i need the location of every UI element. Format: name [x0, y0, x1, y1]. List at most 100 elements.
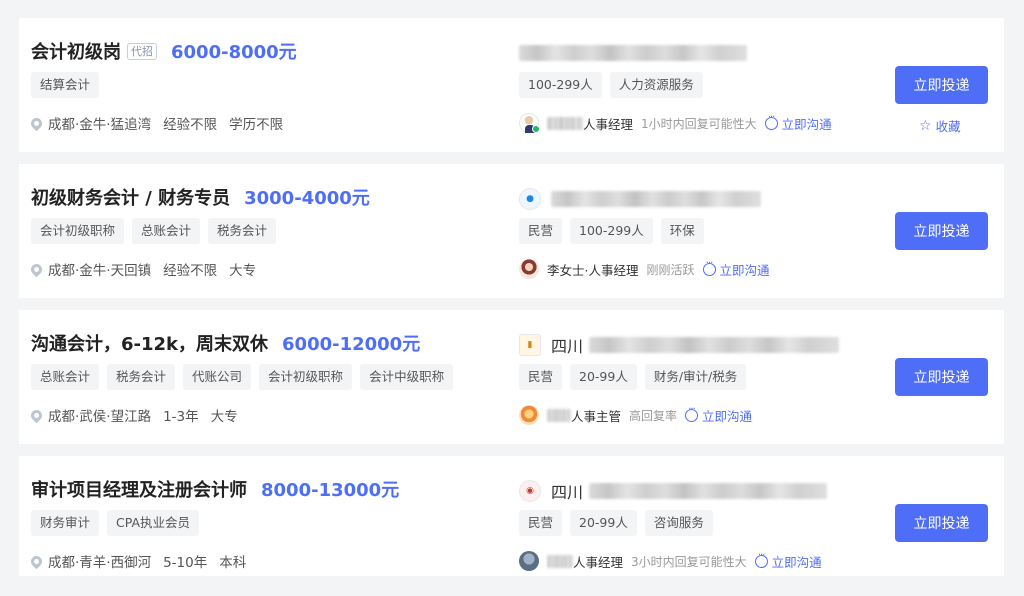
- job-title[interactable]: 会计初级岗: [31, 38, 121, 64]
- online-indicator: [532, 125, 540, 133]
- job-meta: 成都·金牛·猛追湾 经验不限 学历不限: [28, 113, 295, 133]
- company-tags: 民营 20-99人 财务/审计/税务: [519, 364, 747, 390]
- experience: 经验不限: [163, 117, 218, 133]
- chat-bubble-icon: [754, 550, 768, 568]
- education: 本科: [219, 555, 247, 571]
- job-tags: 结算会计: [31, 72, 100, 98]
- apply-button[interactable]: 立即投递: [895, 358, 988, 396]
- avatar: [519, 551, 539, 571]
- job-card[interactable]: 审计项目经理及注册会计师 8000-13000元 财务审计 CPA执业会员 成都…: [19, 456, 1004, 576]
- recruiter-status: 3小时内回复可能性大: [631, 554, 747, 569]
- job-card[interactable]: 初级财务会计 / 财务专员 3000-4000元 会计初级职称 总账会计 税务会…: [19, 164, 1004, 298]
- location-pin-icon: [28, 261, 45, 277]
- job-tag: 财务审计: [31, 510, 100, 536]
- company-info[interactable]: ●: [519, 186, 761, 212]
- job-tag: 结算会计: [31, 72, 100, 98]
- apply-button[interactable]: 立即投递: [895, 504, 988, 542]
- company-name-blurred: [589, 337, 840, 353]
- company-tag: 20-99人: [570, 364, 637, 390]
- company-tag: 环保: [660, 218, 704, 244]
- job-tag: 会计中级职称: [360, 364, 454, 390]
- job-card[interactable]: 会计初级岗 代招 6000-8000元 结算会计 成都·金牛·猛追湾 经验不限 …: [19, 18, 1004, 152]
- job-tag: 总账会计: [31, 364, 100, 390]
- job-tag: 税务会计: [208, 218, 277, 244]
- job-tag: 会计初级职称: [31, 218, 125, 244]
- company-tag: 咨询服务: [644, 510, 713, 536]
- chat-label: 立即沟通: [702, 408, 753, 424]
- company-tag: 财务/审计/税务: [644, 364, 747, 390]
- chat-link[interactable]: 立即沟通: [702, 258, 770, 279]
- education: 大专: [229, 263, 257, 279]
- company-name-blurred: [551, 191, 761, 207]
- education: 学历不限: [229, 117, 284, 133]
- recruiter-info: 李女士·人事经理 刚刚活跃 立即沟通: [519, 258, 770, 279]
- chat-label: 立即沟通: [719, 262, 770, 278]
- chat-label: 立即沟通: [771, 554, 822, 570]
- job-tags: 会计初级职称 总账会计 税务会计: [31, 218, 277, 244]
- company-tags: 100-299人 人力资源服务: [519, 72, 703, 98]
- recruiter-name-blurred: [547, 408, 571, 422]
- company-tag: 人力资源服务: [609, 72, 703, 98]
- experience: 经验不限: [163, 263, 218, 279]
- company-logo: ▮: [519, 334, 541, 356]
- job-meta: 成都·青羊·西御河 5-10年 本科: [28, 551, 258, 571]
- job-tag: 会计初级职称: [259, 364, 353, 390]
- experience: 5-10年: [163, 555, 208, 571]
- location: 成都·金牛·猛追湾: [48, 117, 152, 133]
- salary: 6000-12000元: [282, 334, 421, 355]
- job-tag: CPA执业会员: [107, 510, 200, 536]
- chat-link[interactable]: 立即沟通: [764, 112, 832, 133]
- avatar: [519, 259, 539, 279]
- job-meta: 成都·金牛·天回镇 经验不限 大专: [28, 259, 268, 279]
- company-tags: 民营 100-299人 环保: [519, 218, 704, 244]
- company-info[interactable]: ▮ 四川: [519, 332, 840, 358]
- company-tags: 民营 20-99人 咨询服务: [519, 510, 713, 536]
- company-name-blurred: [519, 45, 747, 61]
- company-tag: 100-299人: [570, 218, 653, 244]
- job-tags: 财务审计 CPA执业会员: [31, 510, 200, 536]
- company-name-blurred: [589, 483, 828, 499]
- job-meta: 成都·武侯·望江路 1-3年 大专: [28, 405, 250, 425]
- agency-badge: 代招: [127, 42, 157, 60]
- job-tags: 总账会计 税务会计 代账公司 会计初级职称 会计中级职称: [31, 364, 454, 390]
- education: 大专: [210, 409, 238, 425]
- job-title[interactable]: 审计项目经理及注册会计师: [31, 476, 247, 502]
- company-info[interactable]: [519, 40, 747, 66]
- chat-bubble-icon: [702, 258, 716, 276]
- company-name[interactable]: 四川: [551, 333, 583, 357]
- star-outline-icon: ☆: [919, 117, 932, 134]
- recruiter-name-blurred: [547, 116, 583, 130]
- job-card[interactable]: 沟通会计，6-12k，周末双休 6000-12000元 总账会计 税务会计 代账…: [19, 310, 1004, 444]
- avatar: [519, 113, 540, 133]
- location: 成都·武侯·望江路: [48, 409, 152, 425]
- company-tag: 100-299人: [519, 72, 602, 98]
- company-logo: ●: [519, 188, 541, 210]
- job-title[interactable]: 初级财务会计 / 财务专员: [31, 184, 230, 210]
- job-list: 会计初级岗 代招 6000-8000元 结算会计 成都·金牛·猛追湾 经验不限 …: [19, 18, 1004, 576]
- company-name[interactable]: 四川: [551, 479, 583, 503]
- company-info[interactable]: ◉ 四川: [519, 478, 828, 504]
- chat-label: 立即沟通: [781, 116, 832, 132]
- chat-link[interactable]: 立即沟通: [685, 404, 753, 425]
- recruiter-info: 人事经理 3小时内回复可能性大 立即沟通: [519, 550, 822, 571]
- chat-link[interactable]: 立即沟通: [754, 550, 822, 571]
- recruiter-name: 人事经理: [583, 116, 634, 132]
- job-title[interactable]: 沟通会计，6-12k，周末双休: [31, 330, 268, 356]
- recruiter-status: 刚刚活跃: [646, 262, 695, 277]
- job-tag: 总账会计: [132, 218, 201, 244]
- company-tag: 民营: [519, 364, 563, 390]
- apply-button[interactable]: 立即投递: [895, 66, 988, 104]
- recruiter-name-blurred: [547, 554, 573, 568]
- location: 成都·金牛·天回镇: [48, 263, 152, 279]
- favorite-label: 收藏: [935, 119, 961, 134]
- job-tag: 税务会计: [107, 364, 176, 390]
- recruiter-name: 人事主管: [571, 408, 622, 424]
- apply-button[interactable]: 立即投递: [895, 212, 988, 250]
- avatar: [519, 405, 539, 425]
- recruiter-name: 人事经理: [573, 554, 624, 570]
- chat-bubble-icon: [685, 404, 699, 422]
- salary: 3000-4000元: [244, 188, 370, 209]
- salary: 8000-13000元: [261, 480, 400, 501]
- favorite-button[interactable]: ☆ 收藏: [919, 116, 961, 135]
- location-pin-icon: [28, 115, 45, 131]
